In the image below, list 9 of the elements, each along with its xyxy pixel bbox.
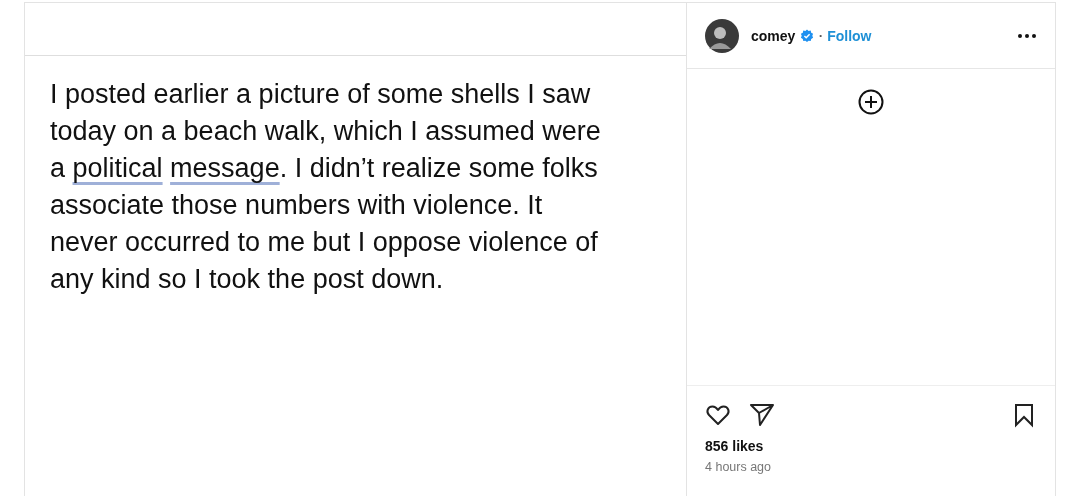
add-icon[interactable] — [858, 89, 884, 115]
post-text: I posted earlier a picture of some shells I saw today on a beach walk, which I assumed were a political message. I didn’t realize some folks associate those numbers with violence. It never occurred to me but I oppose violence of any kind so I took the post down. — [50, 78, 602, 296]
more-options-icon[interactable] — [1017, 32, 1037, 39]
avatar-icon[interactable] — [705, 18, 739, 53]
username[interactable]: comey — [751, 27, 796, 44]
send-icon[interactable] — [749, 402, 775, 428]
separator-dot: • — [819, 31, 823, 40]
likes-count[interactable]: 856 likes — [687, 428, 1055, 454]
post-time: 4 hours ago — [704, 459, 773, 474]
